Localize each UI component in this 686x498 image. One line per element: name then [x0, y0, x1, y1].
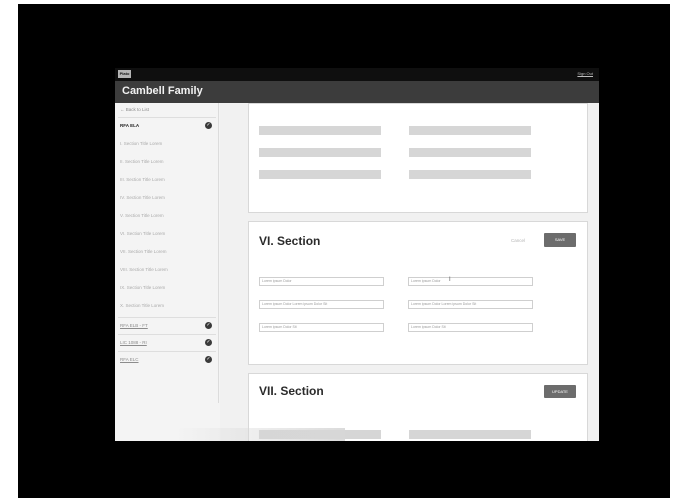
- sidebar-item-section-1[interactable]: I. Section Title Lorem: [120, 141, 162, 146]
- sidebar-item-rfa-ela[interactable]: RFA ELA: [120, 123, 139, 128]
- sidebar-item-lic-1088[interactable]: LIC 1088 - RI: [120, 340, 147, 345]
- arrow-left-icon: ←: [120, 107, 125, 112]
- sidebar-item-section-4[interactable]: IV. Section Title Lorem: [120, 195, 165, 200]
- sidebar-divider: [118, 317, 216, 318]
- check-icon: ✓: [205, 322, 212, 329]
- placeholder-bar: [409, 126, 531, 135]
- check-icon: ✓: [205, 356, 212, 363]
- text-field[interactable]: Lorem ipsum Dolor Lorem ipsum Dolor Sit: [259, 300, 384, 309]
- sidebar-item-rfa-elc[interactable]: RFA ELC: [120, 357, 139, 362]
- placeholder-bar: [409, 430, 531, 439]
- sidebar-item-rfa-elb[interactable]: RFA ELB - FT: [120, 323, 148, 328]
- placeholder-bar: [409, 170, 531, 179]
- save-button[interactable]: SAVE: [544, 233, 576, 247]
- check-icon: ✓: [205, 339, 212, 346]
- text-field[interactable]: Lorem ipsum Dolor Lorem ipsum Dolor Sit: [408, 300, 533, 309]
- monitor-frame: Plato Sign Out Cambell Family ← Back to …: [18, 4, 670, 498]
- section-title: VI. Section: [259, 234, 321, 248]
- placeholder-bar: [259, 148, 381, 157]
- sidebar-divider: [218, 103, 219, 403]
- placeholder-bar: [259, 126, 381, 135]
- section-card-previous: [248, 103, 588, 213]
- reflection-glare: [175, 428, 345, 441]
- placeholder-bar: [409, 148, 531, 157]
- sidebar-divider: [118, 351, 216, 352]
- sidebar-item-section-8[interactable]: VIII. Section Title Lorem: [120, 267, 168, 272]
- page-title: Cambell Family: [122, 85, 203, 97]
- sidebar-item-section-2[interactable]: II. Section Title Lorem: [120, 159, 164, 164]
- section-card-6: VI. Section Cancel SAVE Lorem ipsum Dolo…: [248, 221, 588, 365]
- section-title: VII. Section: [259, 384, 324, 398]
- sidebar-item-section-5[interactable]: V. Section Title Lorem: [120, 213, 164, 218]
- text-field[interactable]: Lorem ipsum Dolor: [259, 277, 384, 286]
- back-to-list-label: Back to List: [125, 107, 150, 112]
- sidebar-divider: [118, 117, 216, 118]
- text-field[interactable]: Lorem ipsum Dolor Sit: [408, 323, 533, 332]
- app-screen: Plato Sign Out Cambell Family ← Back to …: [115, 68, 599, 441]
- top-bar: Plato Sign Out: [115, 68, 599, 81]
- sign-out-link[interactable]: Sign Out: [577, 71, 593, 76]
- sidebar-divider: [118, 334, 216, 335]
- back-to-list-link[interactable]: ← Back to List: [120, 107, 149, 112]
- sidebar: ← Back to List RFA ELA ✓ I. Section Titl…: [115, 103, 220, 441]
- text-field[interactable]: Lorem ipsum Dolor: [408, 277, 533, 286]
- text-field[interactable]: Lorem ipsum Dolor Sit: [259, 323, 384, 332]
- check-icon: ✓: [205, 122, 212, 129]
- app-logo[interactable]: Plato: [118, 70, 131, 78]
- page-header: Cambell Family: [115, 81, 599, 103]
- sidebar-item-section-7[interactable]: VII. Section Title Lorem: [120, 249, 167, 254]
- placeholder-bar: [259, 170, 381, 179]
- update-button[interactable]: UPDATE: [544, 385, 576, 398]
- sidebar-item-section-3[interactable]: III. Section Title Lorem: [120, 177, 165, 182]
- sidebar-item-section-9[interactable]: IX. Section Title Lorem: [120, 285, 165, 290]
- sidebar-item-section-10[interactable]: X. Section Title Lorem: [120, 303, 164, 308]
- sidebar-item-section-6[interactable]: VI. Section Title Lorem: [120, 231, 165, 236]
- cancel-link[interactable]: Cancel: [511, 238, 525, 243]
- text-cursor-icon: I: [449, 277, 451, 283]
